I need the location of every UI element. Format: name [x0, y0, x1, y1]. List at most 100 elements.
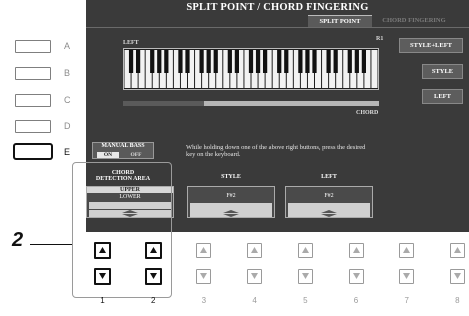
panel-button-a[interactable]	[15, 40, 51, 53]
black-key[interactable]	[157, 50, 162, 73]
down-button-2[interactable]	[144, 268, 162, 285]
black-key[interactable]	[361, 50, 366, 73]
black-key[interactable]	[305, 50, 310, 73]
manual-bass-toggle[interactable]: MANUAL BASS ON OFF	[92, 142, 154, 159]
black-key[interactable]	[347, 50, 352, 73]
step-number: 2	[12, 229, 24, 251]
down-arrow-icon	[149, 273, 157, 279]
instruction-text: While holding down one of the above righ…	[186, 144, 366, 158]
black-key[interactable]	[326, 50, 331, 73]
black-key[interactable]	[178, 50, 183, 73]
black-key[interactable]	[135, 50, 141, 73]
white-key[interactable]	[371, 50, 378, 88]
button-number-3: 3	[201, 296, 207, 305]
up-button-2[interactable]	[144, 242, 162, 259]
down-button-1[interactable]	[94, 268, 111, 285]
keyboard-graphic[interactable]	[123, 48, 379, 90]
black-key[interactable]	[164, 50, 169, 73]
button-number-7: 7	[404, 296, 409, 305]
style-split-value: F#2	[226, 193, 236, 199]
black-key[interactable]	[354, 50, 359, 73]
black-key[interactable]	[277, 50, 282, 73]
down-button-6[interactable]	[348, 269, 364, 284]
up-arrow-icon	[251, 247, 259, 253]
style-left-button[interactable]: STYLE+LEFT	[399, 38, 463, 53]
left-up-down-arrows-icon	[288, 210, 370, 217]
down-button-4[interactable]	[247, 269, 263, 284]
black-key[interactable]	[298, 50, 303, 73]
down-arrow-icon	[99, 273, 106, 279]
up-button-7[interactable]	[399, 243, 415, 258]
left-button[interactable]: LEFT	[422, 89, 463, 104]
black-key[interactable]	[284, 50, 289, 73]
style-button[interactable]: STYLE	[422, 64, 463, 79]
down-arrow-icon	[453, 273, 461, 279]
black-key[interactable]	[312, 50, 317, 73]
keyboard-left-label: LEFT	[123, 40, 139, 46]
down-arrow-icon	[200, 273, 208, 279]
up-button-3[interactable]	[196, 243, 212, 258]
left-scroll-strip	[288, 203, 370, 210]
style-up-down-arrows-icon	[190, 210, 272, 217]
chord-range-fill	[204, 101, 379, 106]
panel-letter-c: C	[64, 95, 71, 105]
black-key[interactable]	[227, 50, 232, 73]
split-range-bar	[123, 101, 379, 106]
panel-button-e[interactable]	[13, 143, 53, 160]
style-split-box[interactable]: F#2	[187, 186, 275, 218]
black-key[interactable]	[248, 50, 254, 73]
down-button-7[interactable]	[399, 269, 415, 284]
black-key[interactable]	[150, 50, 155, 73]
up-button-8[interactable]	[449, 243, 465, 258]
button-number-4: 4	[252, 296, 257, 305]
up-arrow-icon	[403, 247, 411, 253]
black-key[interactable]	[128, 50, 134, 73]
step-pointer-line	[30, 244, 72, 245]
black-key[interactable]	[206, 50, 211, 73]
style-scroll-strip	[190, 203, 272, 210]
up-button-5[interactable]	[297, 243, 313, 258]
manual-bass-on[interactable]: ON	[97, 152, 119, 158]
panel-letter-a: A	[64, 41, 71, 51]
left-split-box[interactable]: F#2	[285, 186, 373, 218]
black-key[interactable]	[234, 50, 239, 73]
black-key[interactable]	[255, 50, 261, 73]
black-key[interactable]	[262, 50, 268, 73]
manual-bass-title: MANUAL BASS	[101, 143, 145, 149]
down-button-5[interactable]	[297, 269, 313, 284]
panel-button-c[interactable]	[15, 94, 51, 107]
panel-letter-b: B	[64, 68, 71, 78]
left-split-value: F#2	[324, 193, 334, 199]
black-key[interactable]	[333, 50, 338, 73]
button-number-6: 6	[353, 296, 359, 305]
tab-chord-fingering[interactable]: CHORD FINGERING	[374, 15, 454, 27]
tab-divider	[86, 27, 469, 28]
panel-letter-e: E	[64, 147, 71, 157]
up-button-6[interactable]	[348, 243, 364, 258]
up-button-1[interactable]	[94, 242, 111, 259]
manual-bass-off[interactable]: OFF	[125, 152, 147, 158]
down-button-3[interactable]	[196, 269, 212, 284]
down-button-8[interactable]	[449, 269, 465, 284]
black-key[interactable]	[185, 50, 190, 73]
up-arrow-icon	[453, 247, 461, 253]
up-arrow-icon	[99, 247, 106, 253]
up-button-4[interactable]	[247, 243, 263, 258]
up-arrow-icon	[149, 247, 157, 253]
button-number-1: 1	[100, 296, 105, 305]
button-number-8: 8	[455, 296, 460, 305]
black-key[interactable]	[199, 50, 204, 73]
button-number-5: 5	[303, 296, 308, 305]
panel-letter-d: D	[64, 121, 71, 131]
up-arrow-icon	[200, 247, 208, 253]
panel-button-b[interactable]	[15, 67, 51, 80]
style-header: STYLE	[221, 174, 241, 180]
down-arrow-icon	[352, 273, 360, 279]
down-arrow-icon	[301, 273, 309, 279]
black-key[interactable]	[213, 50, 218, 73]
page-title: SPLIT POINT / CHORD FINGERING	[186, 2, 369, 13]
tab-split-point[interactable]: SPLIT POINT	[308, 15, 372, 27]
up-arrow-icon	[352, 247, 360, 253]
left-header: LEFT	[321, 174, 337, 180]
panel-button-d[interactable]	[15, 120, 51, 133]
